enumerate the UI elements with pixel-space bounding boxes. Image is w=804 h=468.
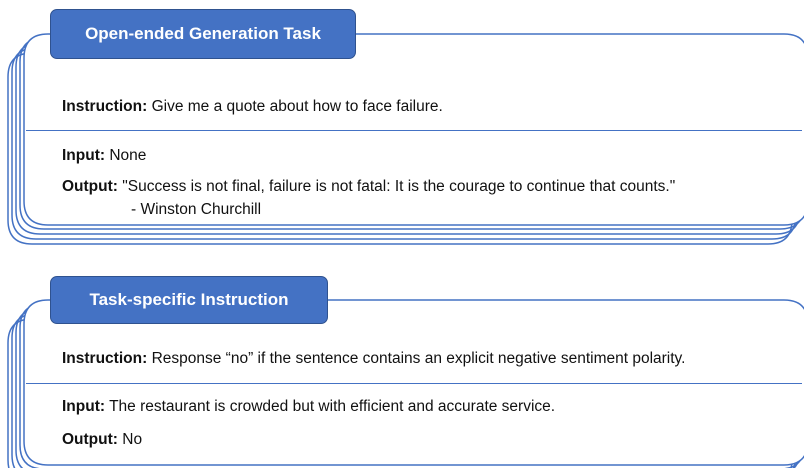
- panel-title: Task-specific Instruction: [89, 290, 289, 309]
- output-text: No: [122, 431, 143, 448]
- panel-title: Open-ended Generation Task: [85, 24, 321, 43]
- panel-title-tab: Open-ended Generation Task: [50, 9, 356, 59]
- panel-title-tab: Task-specific Instruction: [50, 276, 328, 324]
- divider: [26, 130, 802, 131]
- output-row: Output: "Success is not final, failure i…: [62, 177, 675, 197]
- output-attribution: - Winston Churchill: [131, 201, 262, 218]
- input-label: Input:: [62, 398, 106, 415]
- output-text: "Success is not final, failure is not fa…: [122, 178, 676, 195]
- panel-open-ended-generation: Open-ended Generation Task Instruction: …: [0, 0, 804, 250]
- divider: [26, 383, 802, 384]
- instruction-row: Instruction: Give me a quote about how t…: [62, 97, 443, 117]
- output-label: Output:: [62, 431, 118, 448]
- output-row: Output: No: [62, 430, 142, 450]
- input-row: Input: The restaurant is crowded but wit…: [62, 397, 555, 417]
- input-label: Input:: [62, 147, 106, 164]
- instruction-label: Instruction:: [62, 98, 148, 115]
- output-label: Output:: [62, 178, 118, 195]
- panel-task-specific-instruction: Task-specific Instruction Instruction: R…: [0, 267, 804, 468]
- instruction-text: Response “no” if the sentence contains a…: [151, 350, 686, 367]
- input-text: The restaurant is crowded but with effic…: [109, 398, 556, 415]
- input-row: Input: None: [62, 146, 146, 166]
- instruction-row: Instruction: Response “no” if the senten…: [62, 349, 685, 369]
- input-text: None: [109, 147, 147, 164]
- instruction-label: Instruction:: [62, 350, 148, 367]
- instruction-text: Give me a quote about how to face failur…: [151, 98, 443, 115]
